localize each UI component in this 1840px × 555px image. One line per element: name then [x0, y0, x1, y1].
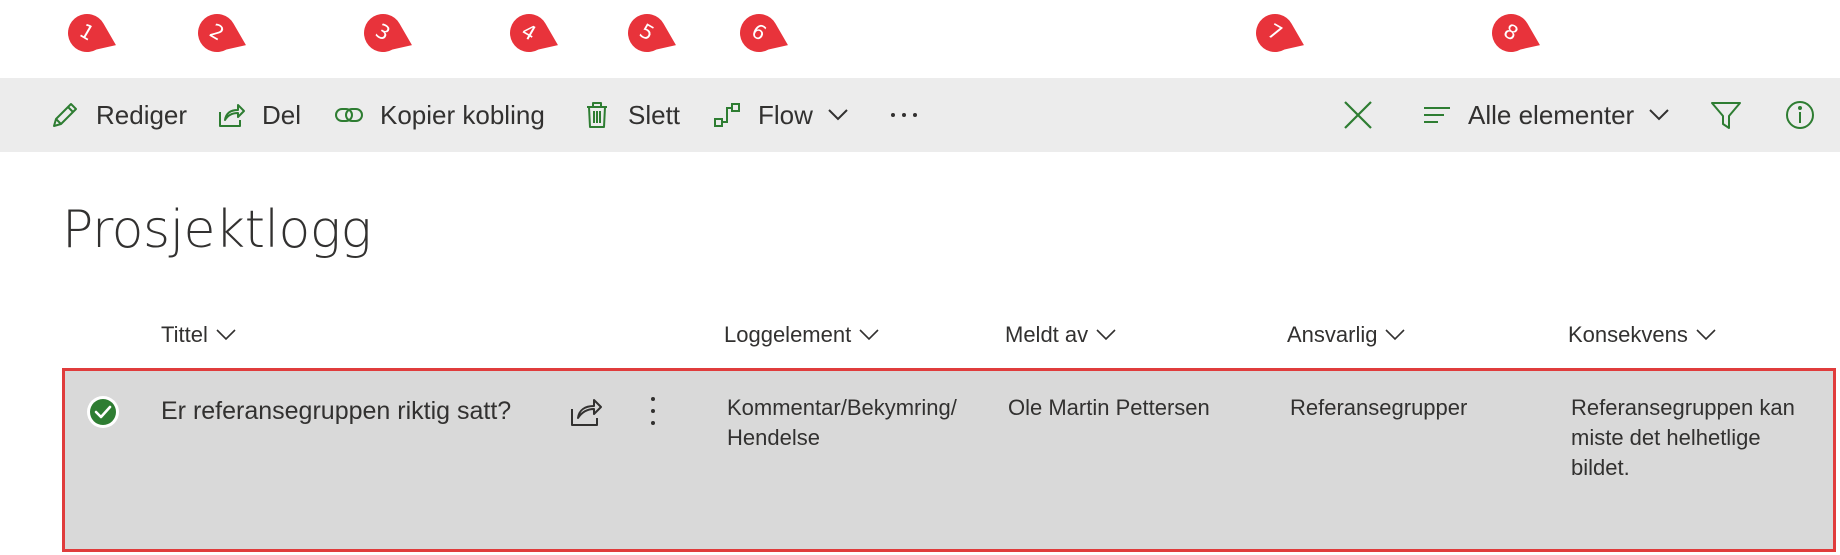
- share-icon: [567, 393, 605, 431]
- share-label: Del: [262, 99, 302, 130]
- table-row[interactable]: Er referansegruppen riktig satt? Komment…: [62, 368, 1836, 552]
- cell-meldt-av: Ole Martin Pettersen: [1008, 395, 1210, 420]
- chevron-down-icon: [827, 108, 849, 122]
- callout-marker-6: 6: [736, 10, 794, 68]
- view-lines-icon: [1420, 98, 1454, 132]
- command-bar: Rediger Del Kopier kobling Slett Flow Al…: [0, 78, 1840, 152]
- copy-link-label: Kopier kobling: [380, 99, 545, 130]
- callout-marker-4: 4: [506, 10, 564, 68]
- column-header-title[interactable]: Tittel: [161, 322, 236, 348]
- sharepoint-list-page: 1 2 3 4 5 6 7 8 Rediger Del Kopier kobli…: [0, 0, 1840, 555]
- cell-ansvarlig: Referansegrupper: [1290, 395, 1468, 420]
- close-button[interactable]: [1336, 78, 1380, 152]
- share-icon: [214, 98, 248, 132]
- flow-label: Flow: [758, 99, 813, 130]
- chevron-down-icon: [1696, 329, 1716, 341]
- trash-icon: [580, 98, 614, 132]
- vertical-more-icon: [648, 395, 658, 427]
- chevron-down-icon: [1096, 329, 1116, 341]
- column-header-ansvarlig[interactable]: Ansvarlig: [1287, 322, 1406, 348]
- row-title-link[interactable]: Er referansegruppen riktig satt?: [161, 397, 511, 426]
- callout-marker-3: 3: [360, 10, 418, 68]
- more-button[interactable]: [882, 78, 926, 152]
- filter-icon: [1710, 99, 1742, 131]
- flow-button[interactable]: Flow: [710, 78, 849, 152]
- chevron-down-icon: [1385, 329, 1406, 341]
- callout-marker-2: 2: [194, 10, 252, 68]
- cell-loggelement: Kommentar/Bekymring/ Hendelse: [727, 395, 957, 450]
- delete-button[interactable]: Slett: [580, 78, 680, 152]
- callout-markers: 1 2 3 4 5 6 7 8: [0, 0, 1840, 78]
- row-share-button[interactable]: [567, 393, 605, 431]
- view-selector[interactable]: Alle elementer: [1420, 78, 1670, 152]
- page-title: Prosjektlogg: [62, 200, 372, 260]
- row-more-button[interactable]: [633, 391, 673, 431]
- callout-marker-1: 1: [64, 10, 122, 68]
- share-button[interactable]: Del: [214, 78, 301, 152]
- cell-konsekvens: Referansegruppen kan miste det helhetlig…: [1571, 395, 1795, 480]
- delete-label: Slett: [628, 99, 681, 130]
- copy-link-button[interactable]: Kopier kobling: [332, 78, 545, 152]
- more-icon: [888, 99, 920, 131]
- column-header-loggelement[interactable]: Loggelement: [724, 322, 879, 348]
- view-label: Alle elementer: [1468, 99, 1635, 130]
- filter-button[interactable]: [1704, 78, 1748, 152]
- chevron-down-icon: [216, 329, 236, 341]
- close-icon: [1342, 99, 1374, 131]
- column-header-konsekvens[interactable]: Konsekvens: [1568, 322, 1716, 348]
- callout-marker-7: 7: [1252, 10, 1310, 68]
- edit-label: Rediger: [96, 99, 188, 130]
- chevron-down-icon: [859, 329, 879, 341]
- check-circle-icon[interactable]: [86, 395, 120, 429]
- edit-button[interactable]: Rediger: [48, 78, 187, 152]
- flow-icon: [710, 98, 744, 132]
- column-header-meldt-av[interactable]: Meldt av: [1005, 322, 1116, 348]
- info-icon: [1784, 99, 1816, 131]
- link-icon: [332, 98, 366, 132]
- callout-marker-8: 8: [1488, 10, 1546, 68]
- chevron-down-icon: [1648, 108, 1670, 122]
- info-button[interactable]: [1778, 78, 1822, 152]
- callout-marker-5: 5: [624, 10, 682, 68]
- pencil-icon: [48, 98, 82, 132]
